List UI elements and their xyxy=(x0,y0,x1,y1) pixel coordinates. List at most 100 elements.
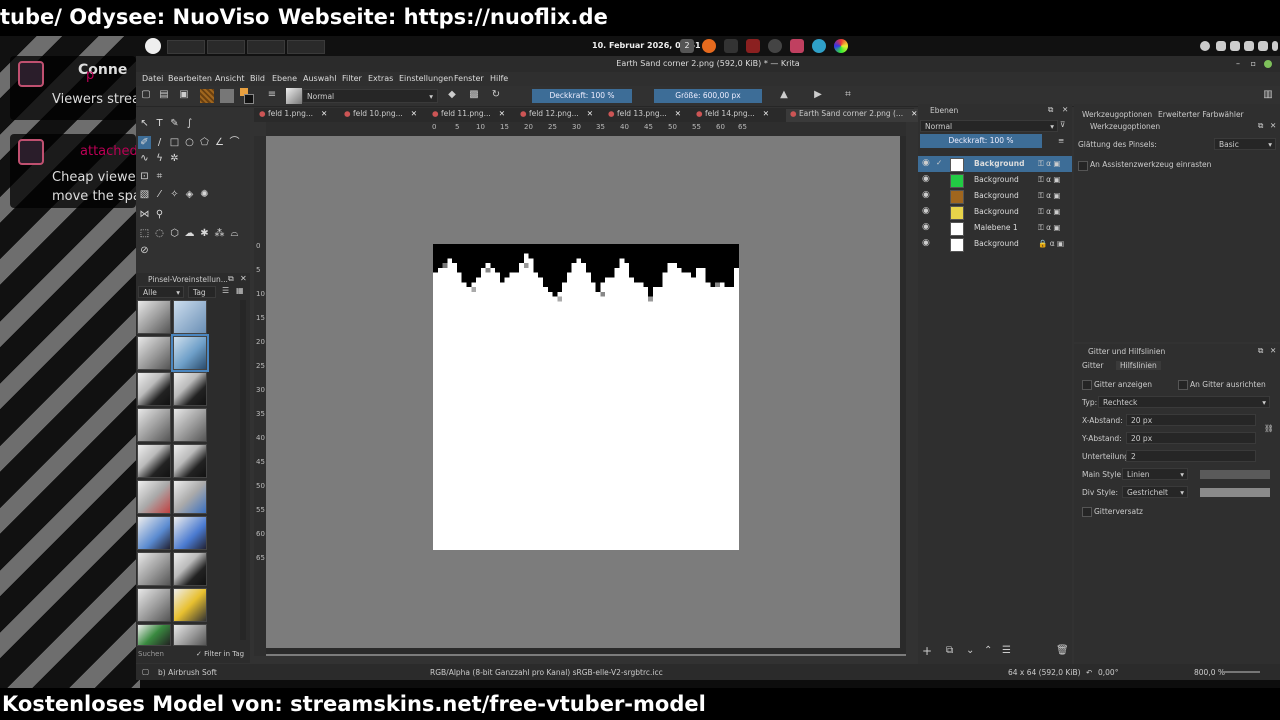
close-icon[interactable]: ✕ xyxy=(1270,346,1276,355)
layer-row[interactable]: ◉ Background ⚿ α ▣ xyxy=(918,172,1072,188)
brush-preset-selected[interactable] xyxy=(171,334,209,372)
network-icon[interactable] xyxy=(1200,41,1210,51)
open-file-icon[interactable]: ▤ xyxy=(158,89,170,101)
video-icon[interactable] xyxy=(746,39,760,53)
magnetic-select-icon[interactable]: ⊘ xyxy=(138,244,151,257)
tab-gitter[interactable]: Gitter xyxy=(1082,361,1103,370)
workspace-switcher[interactable] xyxy=(167,40,205,54)
main-style-select[interactable]: Linien ▾ xyxy=(1122,468,1188,480)
ellipse-select-icon[interactable]: ◌ xyxy=(153,227,166,240)
menu-ansicht[interactable]: Ansicht xyxy=(215,74,245,83)
visibility-eye-icon[interactable]: ◉ xyxy=(922,206,930,216)
polyline-tool-icon[interactable]: ∠ xyxy=(213,136,226,149)
alpha-lock-icon[interactable]: ▩ xyxy=(468,89,480,101)
enclose-fill-icon[interactable]: ✺ xyxy=(198,188,211,201)
crop-icon[interactable]: ⌗ xyxy=(153,170,166,183)
tab-feld-10[interactable]: ● feld 10.png... ✕ xyxy=(344,109,417,122)
layer-properties-icon[interactable]: ☰ xyxy=(1002,645,1011,656)
workspace-switcher[interactable] xyxy=(207,40,245,54)
rotation-icon[interactable]: ↶ xyxy=(1086,668,1092,677)
edit-shape-icon[interactable]: ✎ xyxy=(168,117,181,130)
show-grid-checkbox[interactable] xyxy=(1082,380,1092,390)
layer-lock-icon[interactable]: ⚿ α ▣ xyxy=(1038,207,1061,217)
y-spacing-input[interactable]: 20 px xyxy=(1126,432,1256,444)
brush-preset-icon[interactable]: ▢ xyxy=(142,667,149,676)
vertical-scrollbar[interactable] xyxy=(900,136,906,648)
fill-tool-icon[interactable]: ◈ xyxy=(183,188,196,201)
minimize-icon[interactable]: – xyxy=(1236,56,1240,72)
tab-werkzeugoptionen[interactable]: Werkzeugoptionen xyxy=(1082,110,1152,119)
div-color-swatch[interactable] xyxy=(1200,488,1270,497)
grid-type-select[interactable]: Rechteck ▾ xyxy=(1098,396,1270,408)
snap-grid-checkbox[interactable] xyxy=(1178,380,1188,390)
x-spacing-input[interactable]: 20 px xyxy=(1126,414,1256,426)
tab-feld-11[interactable]: ● feld 11.png... ✕ xyxy=(432,109,505,122)
tray-icon[interactable] xyxy=(1230,41,1240,51)
brush-preset[interactable] xyxy=(137,516,171,550)
brush-preset[interactable] xyxy=(173,516,207,550)
brush-preset[interactable] xyxy=(173,372,207,406)
layer-lock-icon[interactable]: ⚿ α ▣ xyxy=(1038,175,1061,185)
raspberry-icon[interactable] xyxy=(790,39,804,53)
gradient-tool-icon[interactable]: ▧ xyxy=(138,188,151,201)
rectangle-tool-icon[interactable]: □ xyxy=(168,136,181,149)
menu-einstellungen[interactable]: Einstellungen xyxy=(399,74,453,83)
wrap-around-icon[interactable]: ⌗ xyxy=(842,89,854,101)
menu-datei[interactable]: Datei xyxy=(142,74,163,83)
workspace-switcher[interactable] xyxy=(287,40,325,54)
terminal-icon[interactable] xyxy=(724,39,738,53)
mirror-vertical-icon[interactable]: ▶ xyxy=(812,89,824,101)
layer-row[interactable]: ◉ ✓ Background ⚿ α ▣ xyxy=(918,156,1072,172)
app-icon[interactable] xyxy=(812,39,826,53)
brush-filter-select[interactable]: Alle ▾ xyxy=(138,286,184,298)
calligraphy-icon[interactable]: ∫ xyxy=(183,117,196,130)
measure-tool-icon[interactable]: ⚲ xyxy=(153,208,166,221)
brush-preset[interactable] xyxy=(137,480,171,514)
list-view-icon[interactable]: ☰ xyxy=(222,286,229,295)
tray-icon[interactable] xyxy=(1244,41,1254,51)
color-picker-icon[interactable]: ⁄ xyxy=(153,188,166,201)
eraser-icon[interactable]: ◆ xyxy=(446,89,458,101)
float-icon[interactable]: ⧉ xyxy=(1048,105,1053,115)
panel-toggle-icon[interactable]: ▥ xyxy=(1262,89,1274,101)
brush-preset[interactable] xyxy=(173,408,207,442)
visibility-eye-icon[interactable]: ◉ xyxy=(922,190,930,200)
add-layer-icon[interactable]: + xyxy=(922,644,932,658)
visibility-eye-icon[interactable]: ◉ xyxy=(922,222,930,232)
brush-preset[interactable] xyxy=(173,480,207,514)
layer-opacity-slider[interactable]: Deckkraft: 100 % xyxy=(920,134,1042,148)
rect-select-icon[interactable]: ⬚ xyxy=(138,227,151,240)
freehand-select-icon[interactable]: ☁ xyxy=(183,227,196,240)
brush-preset[interactable] xyxy=(137,588,171,622)
tab-feld-12[interactable]: ● feld 12.png... ✕ xyxy=(520,109,593,122)
multibrush-icon[interactable]: ✲ xyxy=(168,152,181,165)
tab-earth-sand-corner[interactable]: ● Earth Sand corner 2.png (... ✕ xyxy=(786,109,922,122)
tab-feld-14[interactable]: ● feld 14.png... ✕ xyxy=(696,109,769,122)
text-tool-icon[interactable]: T xyxy=(153,117,166,130)
layer-row[interactable]: ◉ Background 🔒 α ▣ xyxy=(918,236,1072,252)
brush-preset[interactable] xyxy=(137,300,171,334)
brush-preset[interactable] xyxy=(137,372,171,406)
horizontal-scrollbar[interactable] xyxy=(266,648,906,654)
assistant-tool-icon[interactable]: ⋈ xyxy=(138,208,151,221)
brush-preset[interactable] xyxy=(173,624,207,646)
menu-auswahl[interactable]: Auswahl xyxy=(303,74,336,83)
blend-mode-select[interactable]: Normal ▾ xyxy=(302,89,438,103)
visibility-eye-icon[interactable]: ◉ xyxy=(922,174,930,184)
brush-preset[interactable] xyxy=(137,624,171,646)
obs-icon[interactable] xyxy=(768,39,782,53)
polygon-select-icon[interactable]: ⬡ xyxy=(168,227,181,240)
div-style-select[interactable]: Gestrichelt ▾ xyxy=(1122,486,1188,498)
close-icon[interactable]: ✕ xyxy=(240,274,247,283)
filter-in-tag-checkbox[interactable]: ✓ Filter in Tag xyxy=(196,650,244,658)
float-icon[interactable]: ⧉ xyxy=(1258,346,1263,356)
notification-icon[interactable]: 2 xyxy=(680,39,694,53)
battery-icon[interactable] xyxy=(1272,41,1278,51)
link-chain-icon[interactable]: ⛓ xyxy=(1264,424,1274,433)
float-icon[interactable]: ⧉ xyxy=(1258,121,1263,131)
float-icon[interactable]: ⧉ xyxy=(228,274,234,284)
move-up-icon[interactable]: ⌃ xyxy=(984,645,992,656)
polygon-tool-icon[interactable]: ⬠ xyxy=(198,136,211,149)
menu-extras[interactable]: Extras xyxy=(368,74,393,83)
firefox-icon[interactable] xyxy=(702,39,716,53)
